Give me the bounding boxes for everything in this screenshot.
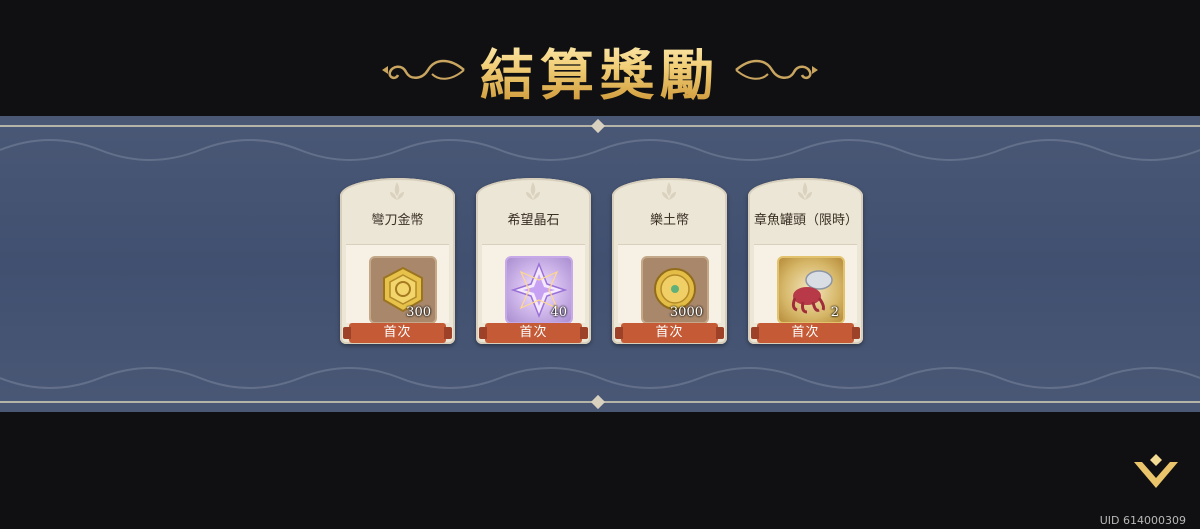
fleur-icon xyxy=(390,182,404,200)
right-flourish-icon xyxy=(735,59,818,80)
reward-item-box[interactable]: 300 xyxy=(369,256,437,324)
reward-card[interactable]: 希望晶石 40 首次 xyxy=(476,178,591,344)
user-id: UID 614000309 xyxy=(1099,514,1186,527)
first-time-badge: 首次 xyxy=(479,323,588,343)
reward-slot: 300 xyxy=(346,244,449,324)
reward-quantity: 2 xyxy=(830,305,839,320)
reward-slot: 3000 xyxy=(618,244,721,324)
first-time-badge: 首次 xyxy=(343,323,452,343)
band-top-pattern xyxy=(0,139,1200,161)
reward-item-box[interactable]: 3000 xyxy=(641,256,709,324)
reward-item-box[interactable]: 40 xyxy=(505,256,573,324)
reward-quantity: 300 xyxy=(406,305,431,320)
reward-name: 樂土幣 xyxy=(649,213,689,228)
title-area: 結算獎勵 xyxy=(0,30,1200,110)
fleur-icon xyxy=(526,182,540,200)
fleur-icon xyxy=(798,182,812,200)
reward-name: 章魚罐頭（限時） xyxy=(754,213,859,228)
reward-name: 希望晶石 xyxy=(507,213,560,228)
band-bottom-pattern xyxy=(0,367,1200,389)
rewards-title: 結算獎勵 xyxy=(470,31,730,110)
left-flourish-icon xyxy=(382,59,465,80)
first-time-badge: 首次 xyxy=(751,323,860,343)
reward-name: 彎刀金幣 xyxy=(371,213,424,228)
reward-quantity: 40 xyxy=(550,305,567,320)
reward-card[interactable]: 彎刀金幣 300 首次 xyxy=(340,178,455,344)
first-time-badge: 首次 xyxy=(615,323,724,343)
reward-card[interactable]: 章魚罐頭（限時） 2 首次 xyxy=(748,178,863,344)
fleur-icon xyxy=(662,182,676,200)
reward-item-box[interactable]: 2 xyxy=(777,256,845,324)
continue-chevron-icon[interactable] xyxy=(1130,448,1182,496)
reward-slot: 2 xyxy=(754,244,857,324)
reward-card[interactable]: 樂土幣 3000 首次 xyxy=(612,178,727,344)
reward-slot: 40 xyxy=(482,244,585,324)
reward-card-list: 彎刀金幣 300 首次 希望晶石 40 首次 樂土幣 3000 首次 章魚罐頭（… xyxy=(340,178,865,348)
reward-quantity: 3000 xyxy=(669,305,703,320)
